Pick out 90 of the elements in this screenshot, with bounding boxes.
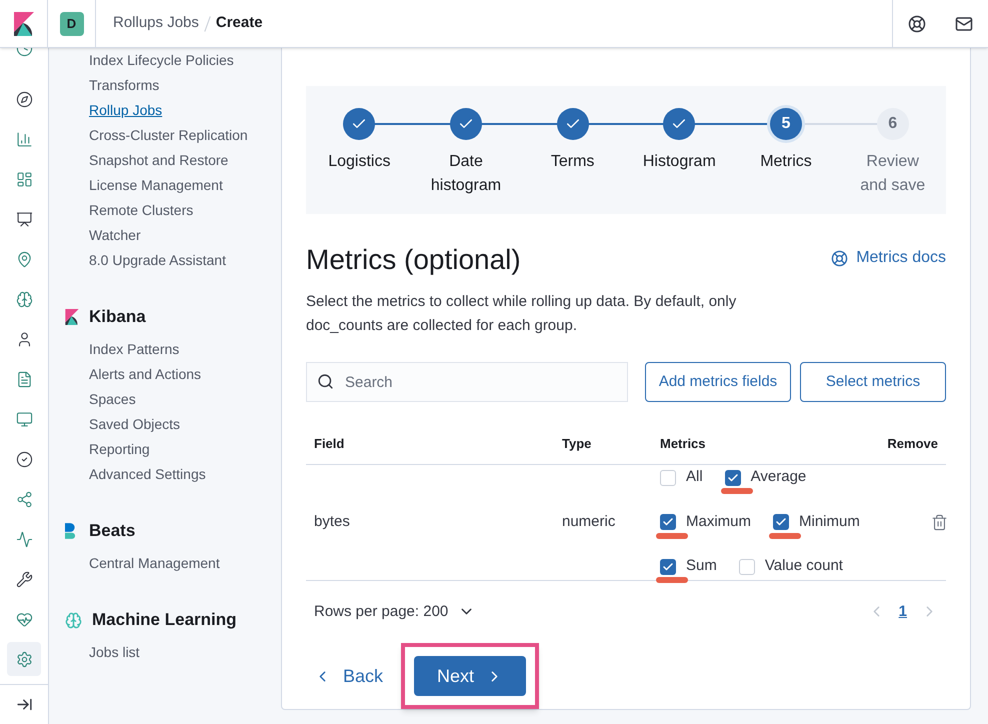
checkbox-label: All <box>686 467 703 488</box>
nav-group-title: Machine Learning <box>92 609 237 632</box>
column-header: Metrics <box>660 435 707 453</box>
checkbox-label: Value count <box>764 556 843 576</box>
outline-button[interactable]: Add metrics fields <box>645 362 791 402</box>
checkbox-label: Average <box>750 467 806 488</box>
compass-icon <box>16 90 32 108</box>
step-label: Terms <box>550 152 596 172</box>
nav-link[interactable]: Saved Objects <box>89 412 180 437</box>
search-field[interactable]: Search <box>306 362 628 402</box>
check-icon <box>662 516 674 528</box>
delete-icon[interactable] <box>930 514 948 530</box>
nav-link[interactable]: Transforms <box>89 73 160 98</box>
nav-link[interactable]: Rollup Jobs <box>89 98 162 123</box>
brain-icon <box>65 612 82 628</box>
step-marker[interactable]: 6 <box>876 108 909 140</box>
next-button[interactable]: Next <box>414 656 526 696</box>
map-pin-icon <box>16 250 32 268</box>
check-icon <box>662 560 674 572</box>
bar-chart-icon <box>16 130 32 148</box>
step-label: Review and save <box>859 152 926 196</box>
document-icon <box>16 370 32 388</box>
checkbox[interactable] <box>738 558 755 574</box>
nav-link[interactable]: Spaces <box>89 387 136 412</box>
step-marker[interactable] <box>663 108 696 140</box>
checkbox[interactable] <box>660 470 676 486</box>
help-icon[interactable] <box>908 14 926 32</box>
nav-group-title: Kibana <box>89 306 146 328</box>
dashboard-icon <box>16 170 32 188</box>
step-label: Logistics <box>327 152 392 172</box>
column-header: Field <box>314 435 346 453</box>
step-label: Histogram <box>642 152 717 172</box>
nav-link[interactable]: Alerts and Actions <box>89 362 202 387</box>
search-icon <box>317 373 334 390</box>
column-header: Type <box>562 435 592 453</box>
nav-link[interactable]: Reporting <box>89 437 150 462</box>
table-cell-text: numeric <box>562 512 616 532</box>
step-marker[interactable] <box>450 108 482 140</box>
back-button[interactable]: Back <box>306 662 392 690</box>
graph-icon <box>16 490 32 508</box>
section-title: Metrics (optional) <box>306 243 521 277</box>
step-label: Date histogram <box>430 152 502 196</box>
check-circle-icon <box>16 450 32 468</box>
page-link[interactable]: 1 <box>898 600 907 623</box>
section-description: Select the metrics to collect while rolling up data. By default, only doc_counts are collected for each group. <box>306 292 738 336</box>
nav-link[interactable]: 8.0 Upgrade Assistant <box>89 248 226 273</box>
check-icon <box>775 516 788 528</box>
checkbox-label: Minimum <box>799 512 860 532</box>
nav-link[interactable]: Cross-Cluster Replication <box>89 123 248 148</box>
nav-link[interactable]: Advanced Settings <box>89 462 206 487</box>
column-header: Remove <box>886 435 938 453</box>
presentation-icon <box>16 210 32 228</box>
nav-group-title: Beats <box>89 520 136 542</box>
nav-link[interactable]: Watcher <box>89 223 141 248</box>
breadcrumb: Create <box>216 13 263 34</box>
heart-pulse-icon <box>16 610 32 628</box>
step-marker[interactable] <box>556 108 589 140</box>
nav-link[interactable]: Jobs list <box>89 640 140 665</box>
check-icon <box>726 472 739 484</box>
checkbox[interactable] <box>660 558 676 574</box>
kibana-logo <box>14 12 34 36</box>
nav-link[interactable]: Central Management <box>89 551 220 576</box>
step-marker[interactable]: 5 <box>770 108 802 140</box>
nav-link[interactable]: Remote Clusters <box>89 198 194 223</box>
collapse-icon[interactable] <box>16 696 32 713</box>
monitor-icon <box>16 410 32 428</box>
breadcrumb[interactable]: Rollups Jobs <box>113 12 199 35</box>
checkbox[interactable] <box>660 514 676 530</box>
table-cell-text: bytes <box>314 512 351 532</box>
brain-icon <box>16 290 32 308</box>
kibana-logo <box>65 309 79 325</box>
outline-button[interactable]: Select metrics <box>800 362 946 402</box>
nav-link[interactable]: Index Patterns <box>89 337 180 362</box>
wrench-icon <box>16 570 32 588</box>
space-avatar[interactable]: D <box>60 12 84 36</box>
checkbox-label: Maximum <box>686 512 752 532</box>
nav-link[interactable]: License Management <box>89 173 223 198</box>
checkbox[interactable] <box>724 470 741 486</box>
docs-link[interactable]: Metrics docs <box>831 246 946 270</box>
nav-link[interactable]: Index Lifecycle Policies <box>89 48 234 73</box>
mail-icon[interactable] <box>955 14 973 32</box>
step-label: Metrics <box>759 152 813 172</box>
nav-link[interactable]: Snapshot and Restore <box>89 148 228 173</box>
rows-per-page-button[interactable]: Rows per page: 200 <box>314 600 476 623</box>
step-marker[interactable] <box>343 108 376 140</box>
checkbox[interactable] <box>773 514 790 530</box>
help-icon <box>831 250 848 266</box>
settings-icon <box>16 650 32 668</box>
pulse-icon <box>16 530 32 548</box>
checkbox-label: Sum <box>686 556 717 576</box>
